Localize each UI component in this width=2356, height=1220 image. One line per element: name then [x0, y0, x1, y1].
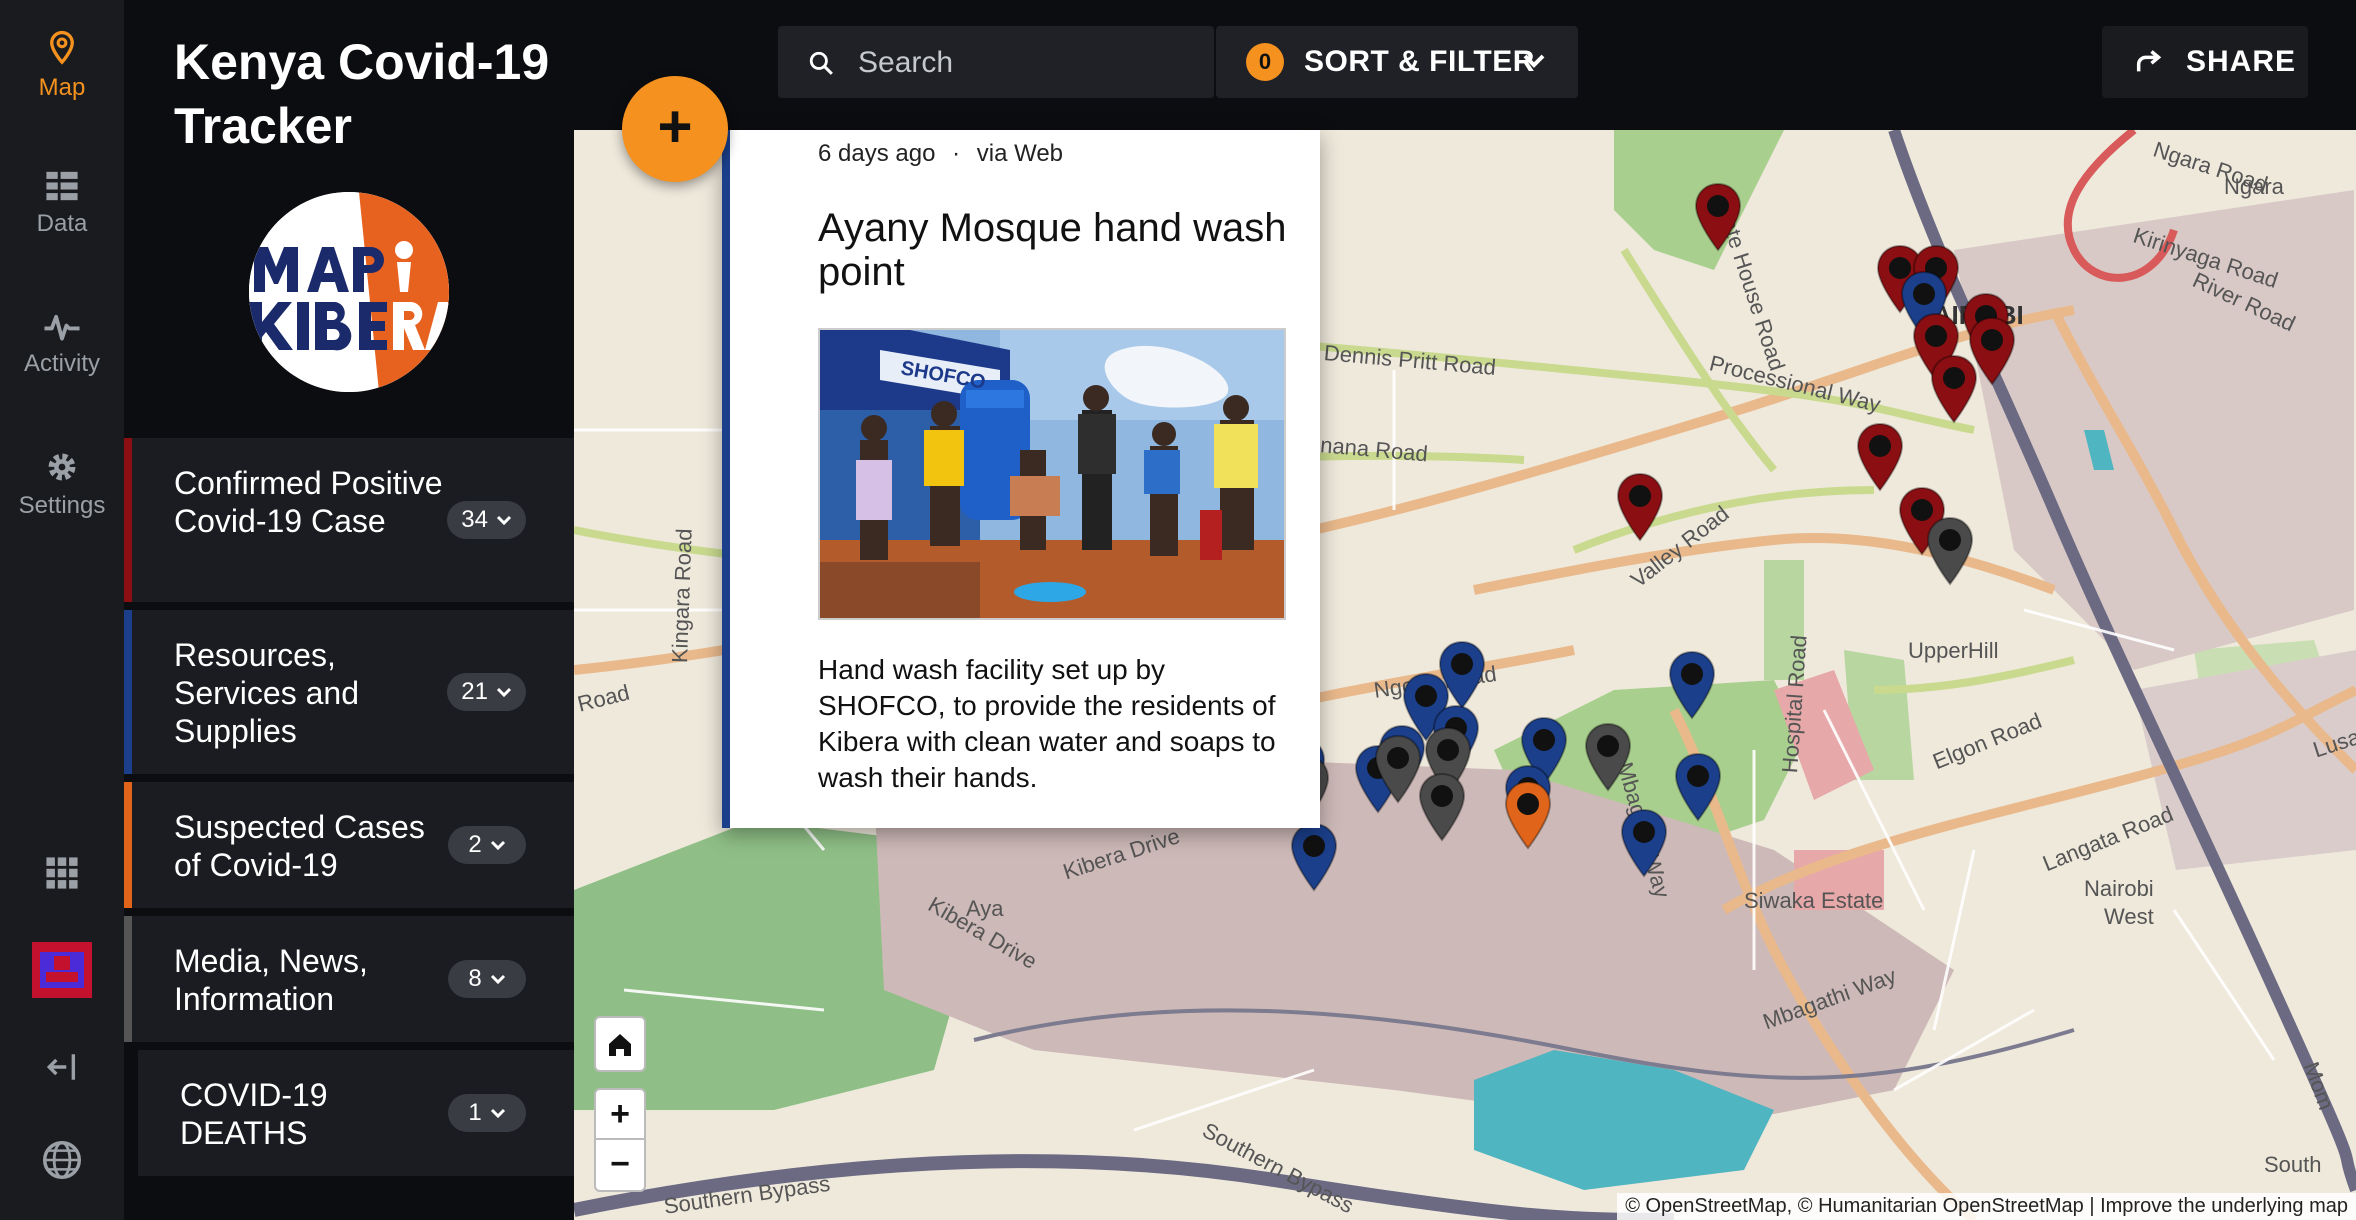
map-marker-pin-icon[interactable] [1925, 516, 1975, 588]
nav-map-label: Map [38, 74, 86, 101]
map-marker-pin-icon[interactable] [1855, 422, 1905, 494]
map-pin-icon [50, 30, 74, 65]
label-nairobi-west-1: Nairobi [2084, 876, 2154, 901]
label-upper-hill: UpperHill [1908, 638, 1999, 663]
category-count-toggle[interactable]: 8 [448, 960, 526, 998]
label-ngara: Ngara [2224, 174, 2284, 199]
chevron-down-icon [496, 687, 512, 698]
home-icon [609, 1034, 631, 1056]
post-meta-separator: · [952, 140, 961, 167]
zoom-in-button[interactable]: + [596, 1090, 644, 1140]
sort-filter-button[interactable]: 0 SORT & FILTER [1216, 26, 1578, 98]
chevron-down-icon [1523, 54, 1545, 68]
category-name: COVID-19 DEATHS [180, 1077, 328, 1151]
add-post-button[interactable]: + [622, 76, 728, 182]
map-attribution[interactable]: © OpenStreetMap, © Humanitarian OpenStre… [1617, 1193, 2356, 1220]
plus-icon: + [657, 93, 693, 160]
map-marker-pin-icon[interactable] [1667, 650, 1717, 722]
chevron-down-icon [496, 515, 512, 526]
chevron-down-icon [490, 974, 505, 985]
map-marker-pin-icon[interactable] [1673, 752, 1723, 824]
map-marker-pin-icon[interactable] [1373, 734, 1423, 806]
post-photo: SHOFCO [820, 330, 1284, 618]
category-count-toggle[interactable]: 2 [448, 826, 526, 864]
zoom-controls: + − [594, 1088, 646, 1192]
map-kibera-logo-image [249, 192, 449, 392]
category-name: Confirmed Positive Covid-19 Case [174, 465, 443, 539]
category-name: Suspected Cases of Covid-19 [174, 809, 425, 883]
logout-button[interactable] [0, 1050, 124, 1092]
search-icon [809, 51, 833, 75]
globe-button[interactable] [0, 1138, 124, 1190]
nav-data-label: Data [36, 210, 88, 237]
share-button[interactable]: SHARE [2102, 26, 2308, 98]
zoom-out-button[interactable]: − [596, 1140, 644, 1190]
post-source: via Web [976, 140, 1064, 167]
category-count: 8 [468, 965, 482, 992]
avatar-icon [32, 942, 92, 998]
category-count-toggle[interactable]: 34 [447, 501, 526, 539]
nav-activity-label: Activity [23, 350, 100, 377]
category-count: 1 [468, 1099, 482, 1126]
category-name: Resources, Services and Supplies [174, 637, 359, 749]
map-marker-pin-icon[interactable] [1693, 182, 1743, 254]
category-media[interactable]: Media, News, Information 8 [124, 916, 574, 1042]
deployment-title: Kenya Covid-19 Tracker [174, 34, 550, 154]
app-nav-rail: Map Data Activity Settings [0, 0, 124, 1220]
category-count-toggle[interactable]: 21 [447, 673, 526, 711]
apps-grid-icon [46, 857, 78, 889]
category-count: 2 [468, 831, 482, 858]
nav-activity[interactable]: Activity [0, 312, 124, 378]
nav-settings-label: Settings [18, 492, 106, 519]
post-meta: 6 days ago · via Web [818, 140, 1063, 168]
category-deaths[interactable]: COVID-19 DEATHS 1 [130, 1050, 574, 1176]
chevron-down-icon [490, 1108, 505, 1119]
logout-icon [46, 1054, 76, 1080]
sort-filter-label: SORT & FILTER [1304, 45, 1535, 78]
post-time: 6 days ago [818, 140, 936, 167]
map-marker-pin-icon[interactable] [1503, 780, 1553, 852]
apps-grid-button[interactable] [0, 856, 124, 898]
nav-map[interactable]: Map [0, 30, 124, 102]
home-button[interactable] [594, 1016, 646, 1072]
map-marker-pin-icon[interactable] [1615, 472, 1665, 544]
map-marker-pin-icon[interactable] [1417, 772, 1467, 844]
user-avatar[interactable] [0, 942, 124, 1006]
category-confirmed-positive[interactable]: Confirmed Positive Covid-19 Case 34 [124, 438, 574, 602]
map-marker-pin-icon[interactable] [1289, 822, 1339, 894]
map-marker-pin-icon[interactable] [1619, 808, 1669, 880]
list-icon [46, 171, 78, 201]
globe-icon [42, 1140, 82, 1180]
label-ayany: Aya [966, 896, 1004, 921]
search-field[interactable]: Search [778, 26, 1214, 98]
post-image[interactable]: SHOFCO [818, 328, 1286, 620]
share-arrow-icon [2136, 50, 2162, 72]
search-placeholder: Search [858, 46, 954, 79]
gear-icon [48, 453, 76, 481]
chevron-down-icon [490, 840, 505, 851]
activity-pulse-icon [44, 314, 80, 341]
category-name: Media, News, Information [174, 943, 368, 1017]
map-marker-pin-icon[interactable] [1583, 722, 1633, 794]
map-kibera-logo [249, 192, 449, 392]
label-siwaka-estate: Siwaka Estate [1744, 888, 1884, 913]
category-suspected[interactable]: Suspected Cases of Covid-19 2 [124, 782, 574, 908]
post-description: Hand wash facility set up by SHOFCO, to … [818, 654, 1276, 793]
post-detail-card[interactable]: 6 days ago · via Web Ayany Mosque hand w… [722, 130, 1320, 828]
category-count: 21 [461, 678, 488, 705]
map-marker-pin-icon[interactable] [1929, 354, 1979, 426]
category-resources[interactable]: Resources, Services and Supplies 21 [124, 610, 574, 774]
category-count: 34 [461, 506, 488, 533]
label-south: South [2264, 1152, 2322, 1177]
label-nairobi-west-2: West [2104, 904, 2154, 929]
nav-data[interactable]: Data [0, 170, 124, 238]
top-bar: Search 0 SORT & FILTER SHARE [574, 0, 2356, 130]
label-kingara-road: Kingara Road [667, 528, 697, 664]
filter-count-badge: 0 [1246, 43, 1284, 81]
nav-settings[interactable]: Settings [0, 450, 124, 520]
deployment-sidebar: Kenya Covid-19 Tracker Confirmed Positiv… [124, 0, 574, 1220]
share-label: SHARE [2186, 45, 2297, 78]
category-count-toggle[interactable]: 1 [448, 1094, 526, 1132]
post-title: Ayany Mosque hand wash point [818, 206, 1287, 294]
